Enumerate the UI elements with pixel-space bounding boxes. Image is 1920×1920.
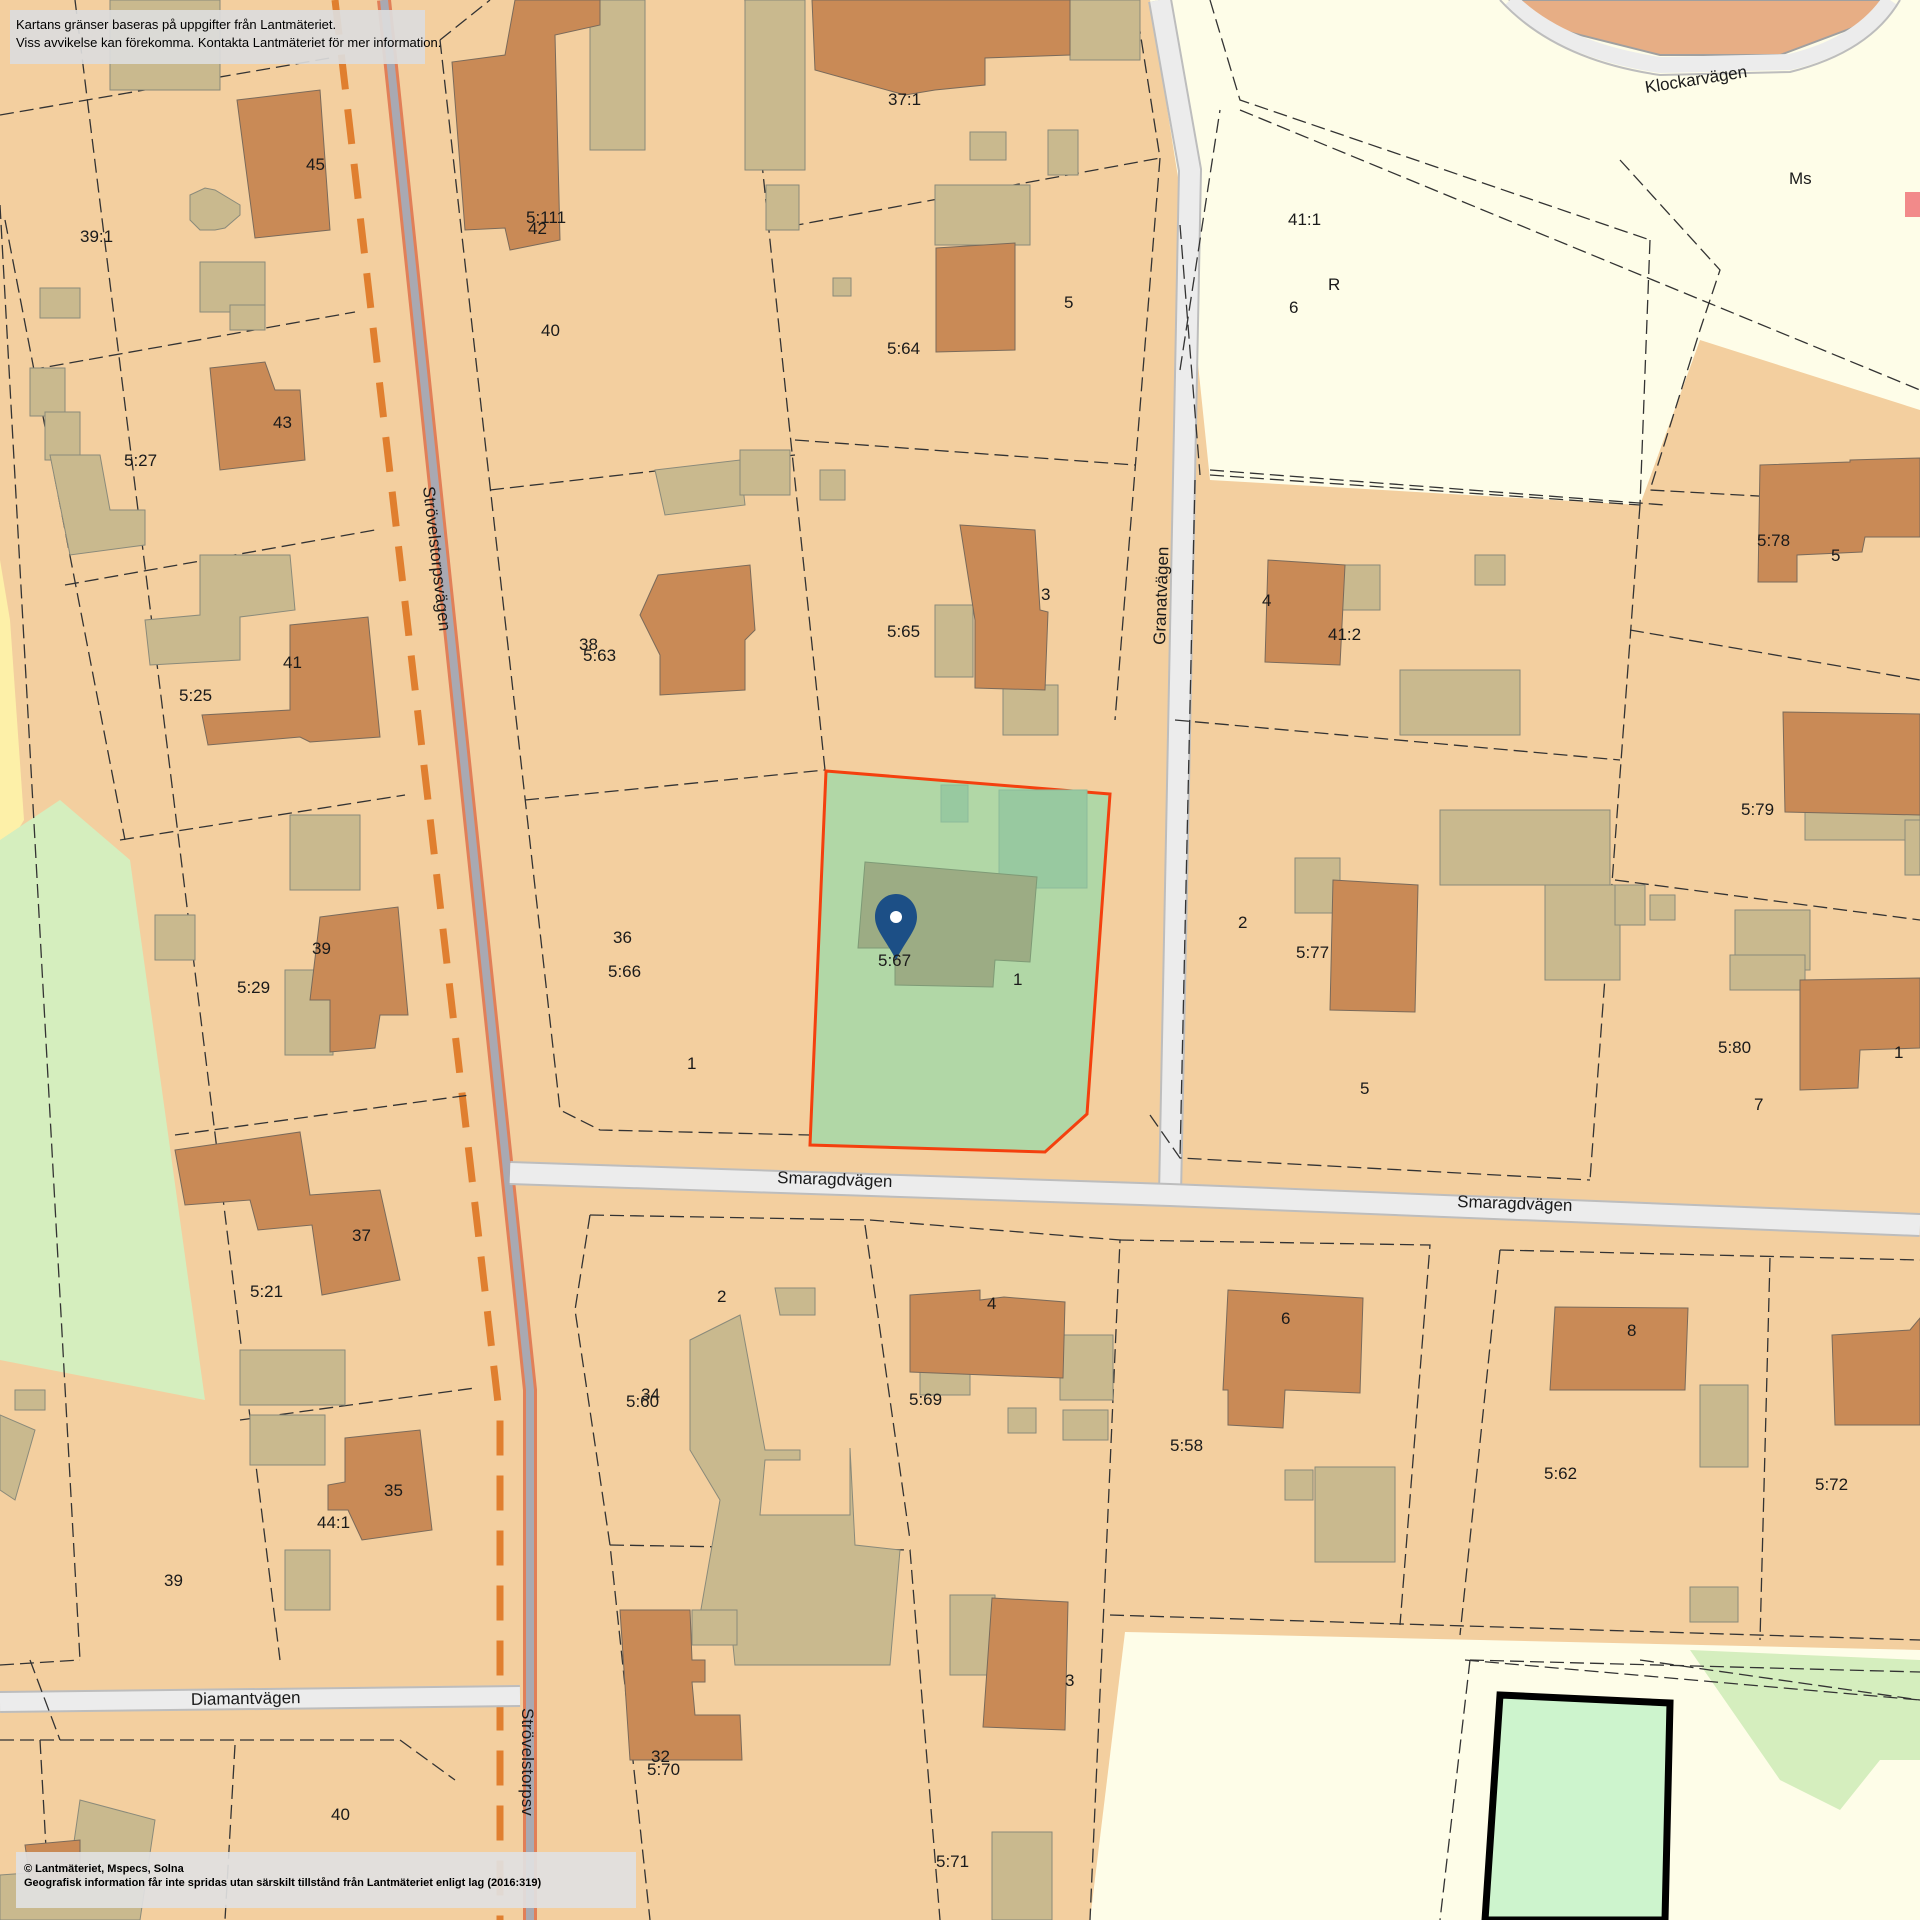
parcel-label: 5:69 <box>909 1390 942 1409</box>
copyright-line: © Lantmäteriet, Mspecs, Solna <box>24 1863 184 1875</box>
parcel-label: 5:79 <box>1741 800 1774 819</box>
boundary-disclaimer: Kartans gränser baseras på uppgifter frå… <box>10 10 442 64</box>
parcel-label: 5:66 <box>608 962 641 981</box>
road-label-granatvagen: Granatvägen <box>1150 546 1172 645</box>
parcel-label: 5:70 <box>647 1760 680 1779</box>
parcel-label: 5:25 <box>179 686 212 705</box>
parcel-label: 37:1 <box>888 90 921 109</box>
parcel-label: 2 <box>717 1287 726 1306</box>
parcel-label: 39 <box>164 1571 183 1590</box>
parcel-label: 5:21 <box>250 1282 283 1301</box>
parcel-label: 5:29 <box>237 978 270 997</box>
parcel-label: 41:1 <box>1288 210 1321 229</box>
parcel-label: 1 <box>687 1054 696 1073</box>
parcel-label: 6 <box>1281 1309 1290 1328</box>
road-label-smaragdvagen-east: Smaragdvägen <box>1457 1192 1573 1215</box>
parcel-label: 5:80 <box>1718 1038 1751 1057</box>
parcel-label: 3 <box>1065 1671 1074 1690</box>
parcel-label: 44:1 <box>317 1513 350 1532</box>
road-label-smaragdvagen-west: Smaragdvägen <box>777 1168 893 1191</box>
selected-property-annex <box>998 789 1088 889</box>
parcel-label: 1 <box>1894 1043 1903 1062</box>
parcel-label: 5:58 <box>1170 1436 1203 1455</box>
parcel-label: Ms <box>1789 169 1812 188</box>
parcel-label: 5 <box>1831 546 1840 565</box>
road-label-diamantvagen: Diamantvägen <box>191 1688 301 1709</box>
parcel-label: 40 <box>541 321 560 340</box>
parcel-label: 36 <box>613 928 632 947</box>
parcel-label: 37 <box>352 1226 371 1245</box>
parcel-label: 5:63 <box>583 646 616 665</box>
parcel-label: 4 <box>1262 591 1271 610</box>
parcel-label: 5:65 <box>887 622 920 641</box>
parcel-label: 5:78 <box>1757 531 1790 550</box>
parcel-label: 41:2 <box>1328 625 1361 644</box>
parcel-label: 35 <box>384 1481 403 1500</box>
road-label-strovelstorpsvagen-south: Strövelstorpsv <box>518 1708 537 1816</box>
selected-property-label: 5:67 <box>878 951 911 970</box>
boundary-marker <box>1905 192 1920 217</box>
selected-property-shed <box>940 784 969 823</box>
parcel-label: 34 <box>641 1385 660 1404</box>
parcel-label: 5 <box>1360 1079 1369 1098</box>
parcel-label: 5:72 <box>1815 1475 1848 1494</box>
parcel-label: 39:1 <box>80 227 113 246</box>
parcel-label: 41 <box>283 653 302 672</box>
parcel-label: 40 <box>331 1805 350 1824</box>
parcel-label: 5:71 <box>936 1852 969 1871</box>
parcel-label: 2 <box>1238 913 1247 932</box>
parcel-label: R <box>1328 275 1340 294</box>
parcel-label: 5 <box>1064 293 1073 312</box>
parcel-label: 42 <box>528 219 547 238</box>
parcel-label: 5:64 <box>887 339 920 358</box>
parcel-label: 45 <box>306 155 325 174</box>
parcel-label: 43 <box>273 413 292 432</box>
parcel-label: 4 <box>987 1294 996 1313</box>
parcel-label: 7 <box>1754 1095 1763 1114</box>
copyright-notice: © Lantmäteriet, Mspecs, Solna Geografisk… <box>16 1852 636 1908</box>
selected-property-number: 1 <box>1013 970 1022 989</box>
sports-field <box>1481 1691 1674 1920</box>
parcel-label: 5:62 <box>1544 1464 1577 1483</box>
parcel-label: 39 <box>312 939 331 958</box>
disclaimer-line: Kartans gränser baseras på uppgifter frå… <box>16 17 337 32</box>
parcel-label: 5:27 <box>124 451 157 470</box>
parcel-label: 3 <box>1041 585 1050 604</box>
disclaimer-line: Viss avvikelse kan förekomma. Kontakta L… <box>16 35 442 50</box>
parcel-label: 5:77 <box>1296 943 1329 962</box>
parcel-label: 8 <box>1627 1321 1636 1340</box>
parcel-label: 6 <box>1289 298 1298 317</box>
property-map[interactable]: 37:1 45 39:1 5:111 42 40 41:1 6 Ms R 5 5… <box>0 0 1920 1920</box>
copyright-line: Geografisk information får inte spridas … <box>24 1877 542 1889</box>
